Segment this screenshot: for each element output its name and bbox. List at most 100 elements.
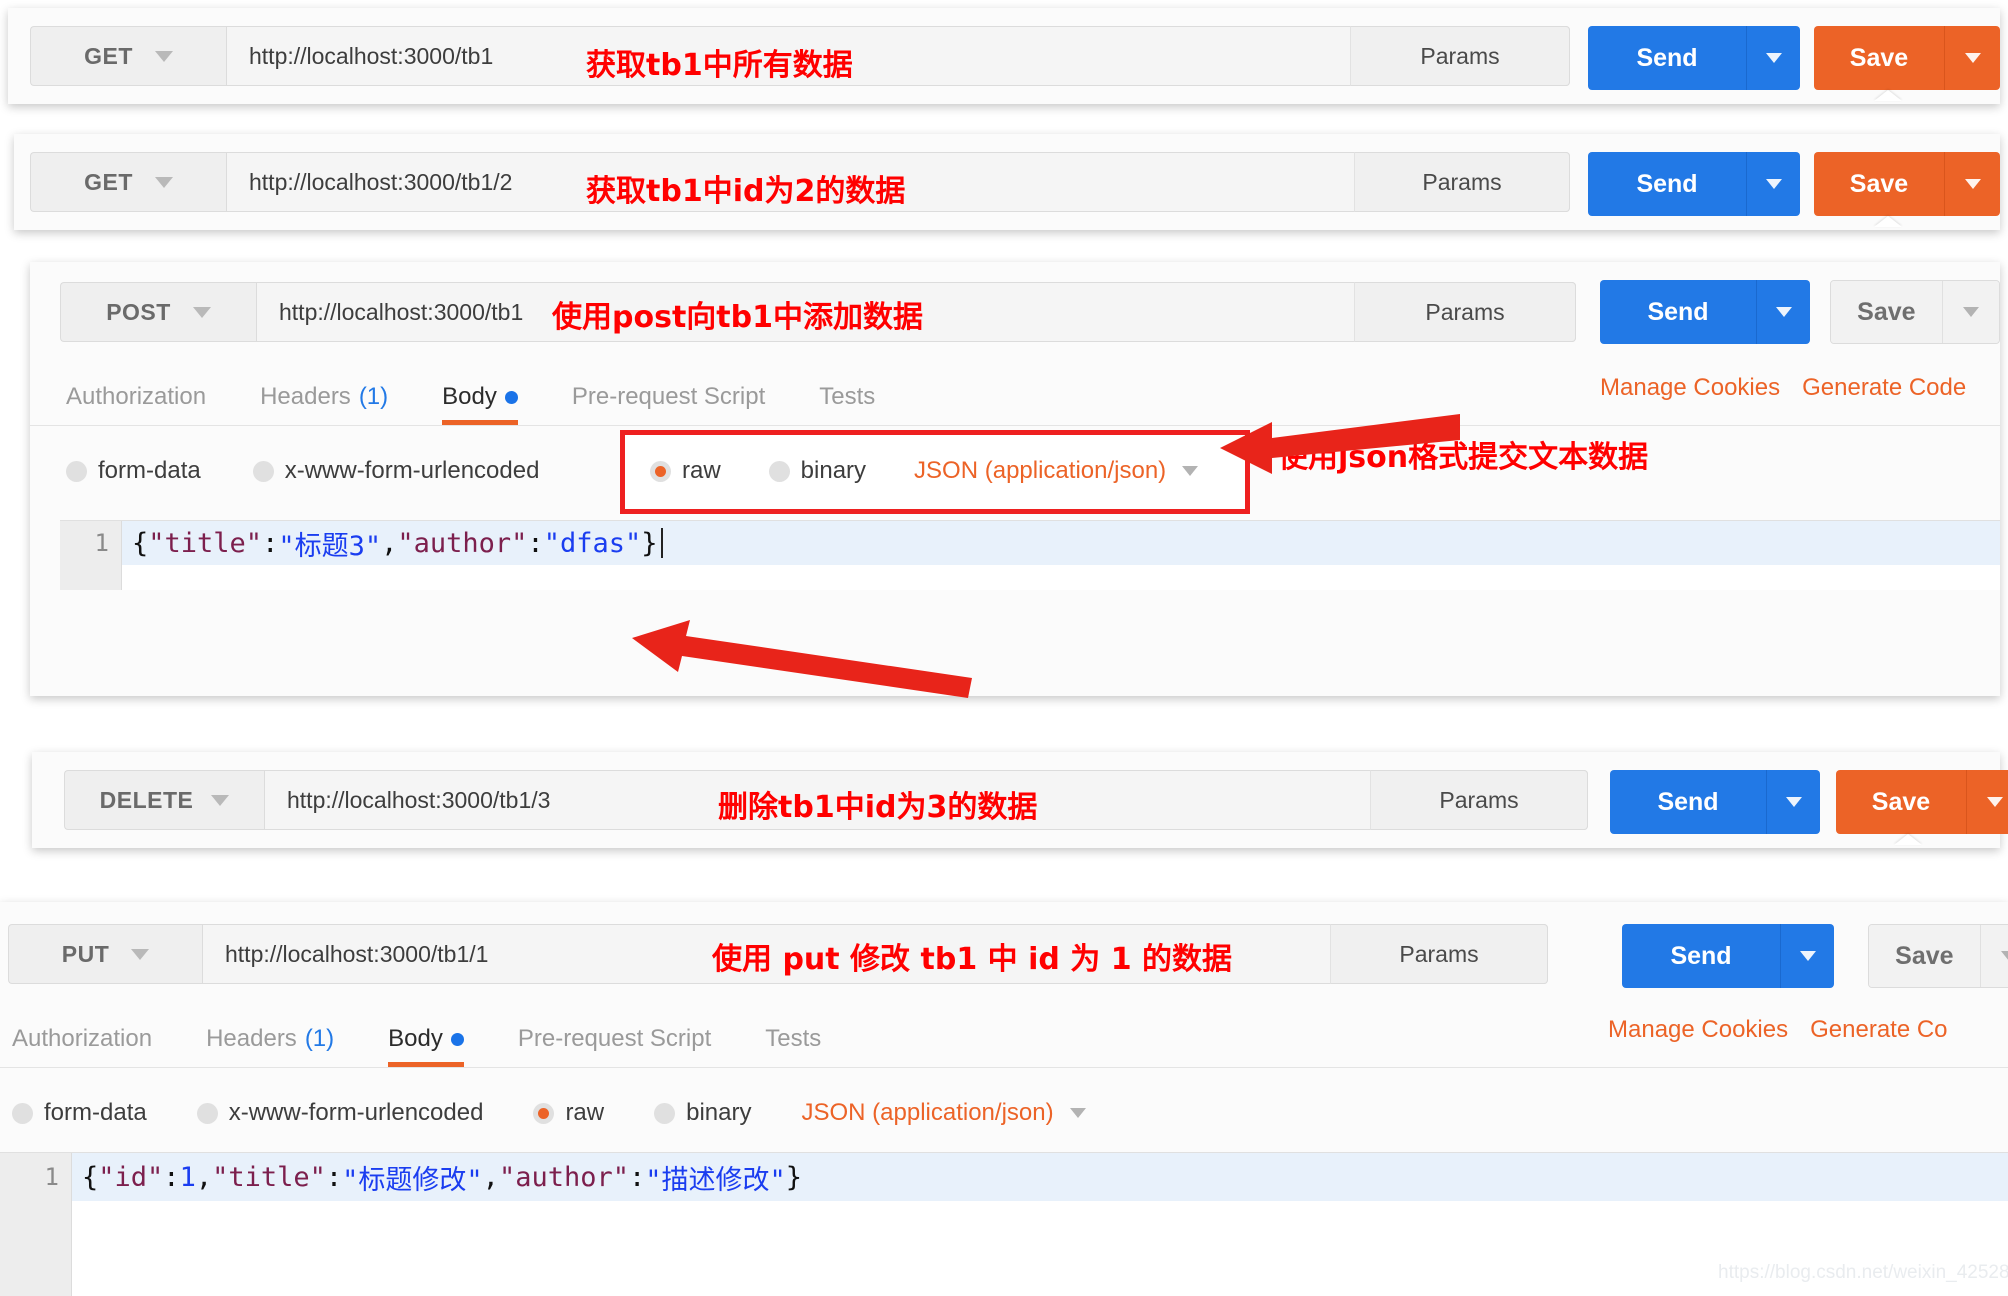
send-button-get-one[interactable]: Send — [1588, 152, 1800, 216]
radio-label: form-data — [44, 1099, 147, 1126]
radio-label: raw — [682, 457, 721, 484]
chevron-down-icon — [1964, 53, 1981, 63]
radio-x-www-form-urlencoded[interactable]: x-www-form-urlencoded — [196, 1099, 483, 1127]
params-button-delete[interactable]: Params — [1370, 770, 1588, 830]
send-label: Send — [1588, 26, 1746, 90]
method-label: GET — [84, 168, 133, 195]
send-dropdown-caret[interactable] — [1746, 26, 1800, 90]
method-label: GET — [84, 42, 133, 69]
params-button-get-all[interactable]: Params — [1350, 26, 1570, 86]
save-dropdown-caret[interactable] — [1944, 26, 2000, 90]
radio-label: raw — [565, 1099, 605, 1126]
tab-tests[interactable]: Tests — [765, 1025, 821, 1067]
url-text: http://localhost:3000/tb1/2 — [249, 168, 513, 195]
method-selector-put[interactable]: PUT — [8, 924, 202, 984]
save-dropdown-caret[interactable] — [1979, 925, 2008, 987]
url-text: http://localhost:3000/tb1/3 — [287, 786, 551, 813]
send-button-put[interactable]: Send — [1622, 924, 1834, 988]
manage-cookies-link[interactable]: Manage Cookies — [1608, 1016, 1788, 1044]
code-line-post[interactable]: {"title": "标题3", "author": "dfas"} — [122, 521, 2000, 565]
tab-body[interactable]: Body — [388, 1025, 464, 1067]
send-dropdown-caret[interactable] — [1780, 924, 1834, 988]
save-tooltip-nub — [1874, 216, 1902, 227]
body-type-radios-post: form-data x-www-form-urlencoded — [66, 448, 539, 494]
save-dropdown-caret[interactable] — [1941, 281, 1999, 343]
editor-gutter: 1 — [60, 521, 122, 590]
radio-raw[interactable]: raw — [650, 457, 721, 485]
annotation-get-one: 获取tb1中id为2的数据 — [586, 174, 906, 209]
params-button-put[interactable]: Params — [1330, 924, 1548, 984]
radio-icon — [252, 460, 274, 482]
method-selector-get-all[interactable]: GET — [30, 26, 226, 86]
content-type-selector-post[interactable]: JSON (application/json) — [914, 457, 1199, 485]
body-modified-dot-icon — [504, 390, 518, 404]
save-label: Save — [1831, 281, 1942, 343]
save-dropdown-caret[interactable] — [1966, 770, 2008, 834]
method-selector-get-one[interactable]: GET — [30, 152, 226, 212]
tab-authorization[interactable]: Authorization — [66, 383, 206, 425]
tab-body[interactable]: Body — [442, 383, 518, 425]
save-button-put[interactable]: Save — [1868, 924, 2008, 988]
chevron-down-icon — [1775, 307, 1792, 317]
radio-form-data[interactable]: form-data — [66, 457, 201, 485]
save-label: Save — [1814, 26, 1944, 90]
send-dropdown-caret[interactable] — [1746, 152, 1800, 216]
save-button-get-all[interactable]: Save — [1814, 26, 2000, 90]
content-type-label: JSON (application/json) — [914, 457, 1167, 484]
radio-icon — [196, 1102, 218, 1124]
code-line-put[interactable]: {"id":1, "title": "标题修改", "author": "描述修改"} — [72, 1153, 2008, 1201]
text-cursor — [660, 528, 663, 558]
method-selector-delete[interactable]: DELETE — [64, 770, 264, 830]
tab-pre-request-script[interactable]: Pre-request Script — [518, 1025, 711, 1067]
arrow-to-body-line — [632, 620, 972, 698]
tab-label: Authorization — [12, 1025, 153, 1052]
request-panel-get-one: GET http://localhost:3000/tb1/2 Params S… — [14, 134, 2000, 230]
radio-form-data[interactable]: form-data — [12, 1099, 147, 1127]
content-type-label: JSON (application/json) — [801, 1099, 1054, 1126]
manage-cookies-link[interactable]: Manage Cookies — [1600, 374, 1780, 402]
save-dropdown-caret[interactable] — [1944, 152, 2000, 216]
radio-binary[interactable]: binary — [654, 1099, 751, 1127]
annotation-get-all: 获取tb1中所有数据 — [586, 48, 853, 83]
save-button-delete[interactable]: Save — [1836, 770, 2008, 834]
body-type-radios-put: form-data x-www-form-urlencoded raw bina… — [12, 1090, 1086, 1136]
radio-icon — [768, 460, 790, 482]
send-button-post[interactable]: Send — [1600, 280, 1810, 344]
tab-label: Pre-request Script — [571, 383, 766, 410]
send-dropdown-caret[interactable] — [1766, 770, 1820, 834]
tab-authorization[interactable]: Authorization — [12, 1025, 152, 1067]
radio-label: binary — [686, 1099, 752, 1126]
radio-raw[interactable]: raw — [533, 1099, 604, 1127]
radio-binary[interactable]: binary — [768, 457, 866, 485]
send-dropdown-caret[interactable] — [1756, 280, 1810, 344]
generate-code-link[interactable]: Generate Co — [1810, 1016, 1947, 1044]
tab-pre-request-script[interactable]: Pre-request Script — [572, 383, 765, 425]
chevron-down-icon — [1182, 466, 1199, 476]
method-selector-post[interactable]: POST — [60, 282, 256, 342]
tab-label: Body — [442, 383, 497, 410]
radio-label: x-www-form-urlencoded — [284, 457, 540, 484]
params-label: Params — [1422, 168, 1502, 195]
tab-headers[interactable]: Headers (1) — [206, 1025, 334, 1067]
annotation-delete: 删除tb1中id为3的数据 — [718, 790, 1038, 825]
params-button-post[interactable]: Params — [1354, 282, 1576, 342]
save-button-post[interactable]: Save — [1830, 280, 2000, 344]
radio-x-www-form-urlencoded[interactable]: x-www-form-urlencoded — [252, 457, 540, 485]
send-button-delete[interactable]: Send — [1610, 770, 1820, 834]
send-button-get-all[interactable]: Send — [1588, 26, 1800, 90]
params-button-get-one[interactable]: Params — [1354, 152, 1570, 212]
tab-tests[interactable]: Tests — [819, 383, 875, 425]
params-label: Params — [1420, 42, 1500, 69]
body-modified-dot-icon — [450, 1032, 464, 1046]
save-button-get-one[interactable]: Save — [1814, 152, 2000, 216]
body-editor-post[interactable]: 1 {"title": "标题3", "author": "dfas"} — [60, 520, 2000, 590]
chevron-down-icon — [1069, 1108, 1086, 1118]
body-editor-put[interactable]: 1 {"id":1, "title": "标题修改", "author": "描述修改"… — [0, 1152, 2008, 1296]
radio-icon — [66, 460, 87, 482]
send-label: Send — [1600, 280, 1756, 344]
generate-code-link[interactable]: Generate Code — [1802, 374, 1966, 402]
content-type-selector-put[interactable]: JSON (application/json) — [801, 1099, 1086, 1127]
save-label: Save — [1836, 770, 1966, 834]
chevron-down-icon — [1765, 179, 1782, 189]
tab-headers[interactable]: Headers (1) — [260, 383, 388, 425]
